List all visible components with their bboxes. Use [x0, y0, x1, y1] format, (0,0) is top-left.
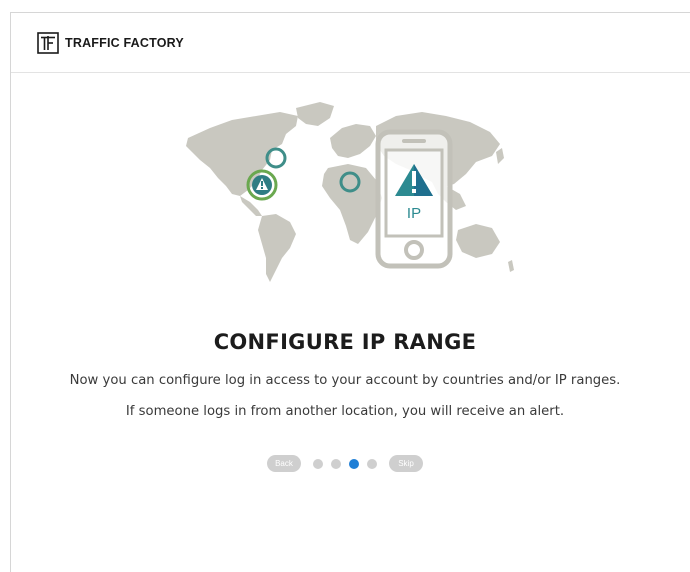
traffic-factory-logo-icon [37, 32, 59, 54]
phone-icon [375, 129, 453, 269]
continent-australia [456, 224, 500, 258]
world-map-illustration: IP [186, 102, 514, 282]
island-japan [496, 148, 504, 164]
continent-north-america [186, 112, 298, 196]
onboarding-window: TRAFFIC FACTORY [10, 12, 690, 572]
phone-ip-label: IP [407, 205, 421, 222]
description-line-1: Now you can configure log in access to y… [69, 373, 621, 388]
skip-button[interactable]: Skip [389, 455, 423, 472]
step-dot-2[interactable] [331, 458, 341, 469]
continent-south-america [258, 214, 296, 282]
step-dot-1[interactable] [313, 458, 323, 469]
brand-name: TRAFFIC FACTORY [65, 36, 184, 50]
brand-logo[interactable]: TRAFFIC FACTORY [37, 32, 184, 54]
onboarding-pager: Back Skip [0, 455, 690, 472]
description-line-2: If someone logs in from another location… [125, 404, 565, 419]
island-nz [508, 260, 514, 272]
continent-europe [330, 124, 376, 158]
step-dot-3[interactable] [349, 458, 359, 469]
back-button[interactable]: Back [267, 455, 301, 472]
header-bar: TRAFFIC FACTORY [11, 13, 690, 73]
location-alert-marker [246, 169, 278, 201]
continent-greenland [296, 102, 334, 126]
continent-africa [322, 164, 382, 244]
step-dot-4[interactable] [367, 458, 377, 469]
page-title: CONFIGURE IP RANGE [213, 330, 477, 354]
